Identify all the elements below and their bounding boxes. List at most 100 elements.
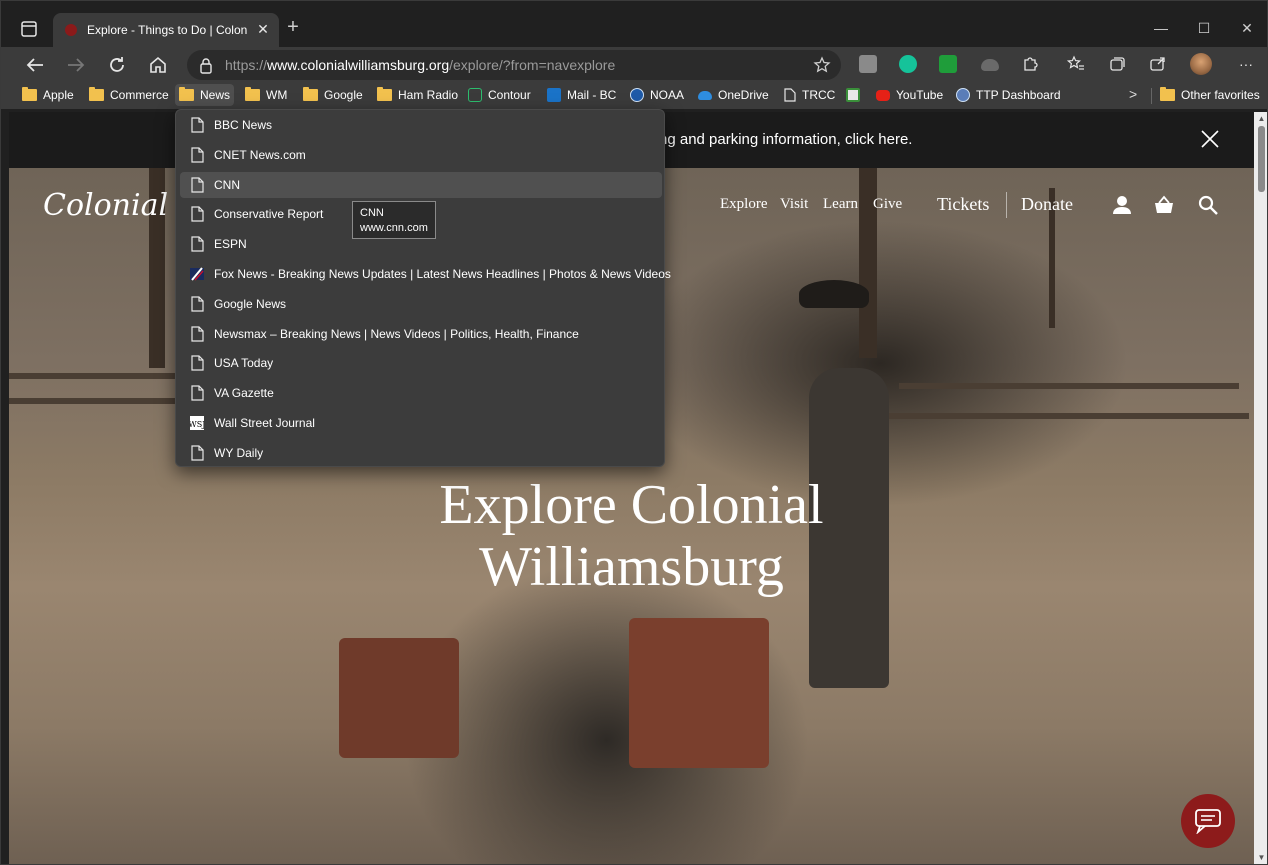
- menu-item-va-gazette[interactable]: VA Gazette: [180, 380, 662, 406]
- chat-button[interactable]: [1181, 794, 1235, 848]
- favorite-calendar-app[interactable]: [842, 84, 864, 106]
- page-icon: [190, 206, 204, 222]
- forward-arrow-icon[interactable]: [64, 53, 90, 77]
- tab-active[interactable]: Explore - Things to Do | Colonial ✕: [53, 13, 279, 47]
- maximize-button[interactable]: ☐: [1189, 17, 1219, 39]
- favorite-folder-google[interactable]: Google: [299, 84, 367, 106]
- favorite-onedrive[interactable]: OneDrive: [694, 84, 773, 106]
- account-user-icon[interactable]: [1111, 194, 1133, 216]
- folder-icon: [89, 87, 104, 101]
- menu-item-label: VA Gazette: [214, 386, 274, 401]
- scroll-up-arrow-icon[interactable]: ▲: [1257, 114, 1266, 123]
- favorite-noaa[interactable]: NOAA: [626, 84, 688, 106]
- search-icon[interactable]: [1197, 194, 1219, 216]
- menu-item-label: ESPN: [214, 237, 247, 252]
- favorite-folder-ham-radio[interactable]: Ham Radio: [373, 84, 462, 106]
- close-window-button[interactable]: ✕: [1232, 17, 1262, 39]
- refresh-icon[interactable]: [105, 53, 131, 77]
- contour-icon: [468, 88, 482, 102]
- tab-strip: Explore - Things to Do | Colonial ✕ + — …: [1, 9, 1267, 47]
- brick-structure: [339, 638, 459, 758]
- menu-item-wy-daily[interactable]: WY Daily: [180, 440, 662, 466]
- menu-item-fox-news-breaking-news-updates[interactable]: Fox News - Breaking News Updates | Lates…: [180, 261, 671, 287]
- back-arrow-icon[interactable]: [23, 53, 49, 77]
- tab-close-icon[interactable]: ✕: [255, 21, 271, 37]
- favorite-folder-wm[interactable]: WM: [241, 84, 291, 106]
- favorite-folder-news[interactable]: News: [175, 84, 235, 106]
- cloud-icon[interactable]: [981, 59, 999, 71]
- page-icon: [190, 325, 204, 342]
- settings-more-icon[interactable]: ···: [1233, 53, 1259, 77]
- tab-actions-icon[interactable]: [19, 19, 39, 39]
- banner-close-icon[interactable]: [1199, 128, 1221, 150]
- wsj-icon: WSJ: [189, 415, 205, 431]
- favorite-youtube[interactable]: YouTube: [872, 84, 947, 106]
- browser-window: Explore - Things to Do | Colonial ✕ + — …: [0, 0, 1268, 865]
- extension-icon[interactable]: [859, 55, 877, 73]
- shopping-basket-icon[interactable]: [1153, 194, 1175, 216]
- menu-item-newsmax-breaking-news-news-vid[interactable]: Newsmax – Breaking News | News Videos | …: [180, 321, 662, 347]
- favorite-ttp-dashboard[interactable]: TTP Dashboard: [952, 84, 1065, 106]
- menu-item-label: Wall Street Journal: [214, 416, 315, 430]
- favorites-overflow-chevron-icon[interactable]: >: [1129, 86, 1137, 102]
- share-icon[interactable]: [1149, 55, 1167, 73]
- fence-rail: [899, 383, 1239, 389]
- page-scrollbar[interactable]: ▲ ▼: [1254, 112, 1267, 864]
- news-folder-menu: BBC News CNET News.com CNN Conservative Rep…: [175, 109, 671, 467]
- favorite-folder-commerce[interactable]: Commerce: [85, 84, 173, 106]
- browser-toolbar: https://www.colonialwilliamsburg.org/exp…: [1, 47, 1267, 83]
- fox-news-icon: [190, 266, 204, 282]
- nav-visit[interactable]: Visit: [780, 196, 808, 213]
- banner-text[interactable]: ng and parking information, click here.: [659, 131, 912, 148]
- folder-icon: [179, 87, 194, 101]
- address-bar[interactable]: https://www.colonialwilliamsburg.org/exp…: [187, 50, 841, 80]
- hero-title: Explore Colonial Williamsburg: [439, 474, 824, 598]
- grammarly-icon[interactable]: [899, 55, 917, 73]
- home-icon[interactable]: [146, 53, 172, 77]
- fence-rail: [889, 413, 1249, 419]
- lock-icon[interactable]: [199, 58, 213, 74]
- dashboard-icon: [956, 88, 970, 102]
- nav-learn[interactable]: Learn: [823, 196, 858, 213]
- nav-explore[interactable]: Explore: [720, 196, 767, 213]
- menu-item-bbc-news[interactable]: BBC News: [180, 112, 662, 138]
- folder-icon: [303, 87, 318, 101]
- scroll-down-arrow-icon[interactable]: ▼: [1257, 853, 1266, 862]
- menu-item-usa-today[interactable]: USA Today: [180, 350, 662, 376]
- favorites-bar: Apple Commerce News WM Google Ham Radio …: [1, 83, 1267, 109]
- page-icon: [190, 385, 204, 401]
- add-favorite-star-icon[interactable]: [813, 56, 831, 74]
- new-tab-button[interactable]: +: [284, 17, 302, 37]
- youtube-icon: [876, 89, 890, 101]
- page-icon: [190, 147, 204, 163]
- nav-divider: [1006, 192, 1007, 218]
- menu-item-label: CNN: [214, 177, 240, 192]
- collections-icon[interactable]: [1108, 55, 1126, 73]
- menu-item-cnet-news-com[interactable]: CNET News.com: [180, 142, 662, 168]
- extension-green-icon[interactable]: [939, 55, 957, 73]
- svg-text:WSJ: WSJ: [190, 420, 204, 429]
- url-text: https://www.colonialwilliamsburg.org/exp…: [225, 57, 616, 73]
- menu-item-google-news[interactable]: Google News: [180, 291, 662, 317]
- extensions-puzzle-icon[interactable]: [1021, 55, 1039, 73]
- favorite-contour[interactable]: Contour: [464, 84, 535, 106]
- favorites-star-icon[interactable]: [1066, 55, 1085, 73]
- favorite-folder-apple[interactable]: Apple: [18, 84, 78, 106]
- page-icon: [190, 236, 204, 252]
- nav-donate[interactable]: Donate: [1021, 194, 1073, 215]
- favorite-trcc[interactable]: TRCC: [780, 84, 839, 106]
- menu-item-cnn[interactable]: CNN: [180, 171, 662, 198]
- page-icon: [190, 176, 204, 193]
- favorite-mail-bc[interactable]: Mail - BC: [543, 84, 620, 106]
- menu-item-label: Google News: [214, 296, 287, 311]
- scroll-thumb[interactable]: [1258, 126, 1265, 192]
- person-hat: [799, 280, 869, 308]
- other-favorites[interactable]: Other favorites: [1156, 84, 1264, 106]
- nav-give[interactable]: Give: [873, 196, 902, 213]
- minimize-button[interactable]: —: [1146, 17, 1176, 39]
- menu-item-wall-street-journal[interactable]: WSJ Wall Street Journal: [180, 410, 662, 436]
- chat-bubble-icon: [1195, 809, 1221, 834]
- nav-tickets[interactable]: Tickets: [937, 194, 989, 215]
- menu-item-label: Newsmax – Breaking News | News Videos | …: [214, 326, 579, 341]
- profile-avatar[interactable]: [1190, 53, 1212, 75]
